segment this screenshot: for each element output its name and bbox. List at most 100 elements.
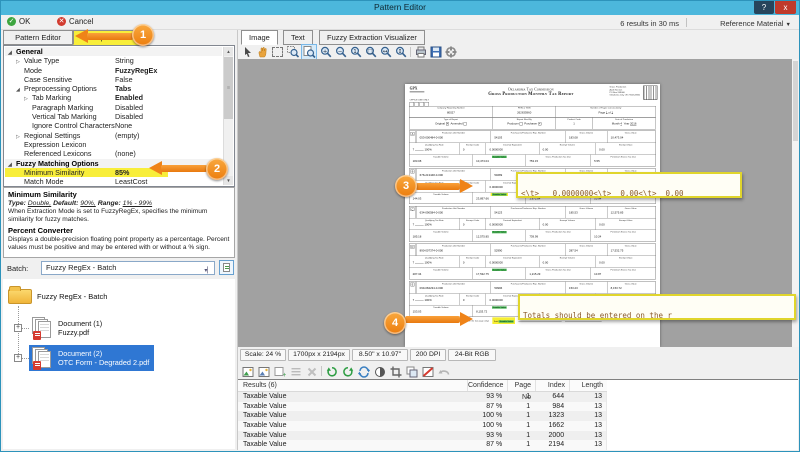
property-row[interactable]: Paragraph MarkingDisabled — [5, 103, 222, 112]
property-row[interactable]: ◢General — [5, 47, 222, 56]
zoom-select-icon[interactable] — [287, 46, 299, 58]
batch-tree-item[interactable]: +Document (1)Fuzzy.pdf — [3, 315, 235, 343]
main-panel: Image Text Fuzzy Extraction Visualizer +… — [237, 30, 798, 450]
form-cell: Decimal Equivalent0.0000000 — [486, 143, 539, 154]
form-cell: Exempt Value0.00 — [595, 143, 655, 154]
pointer-tool-icon[interactable] — [242, 46, 254, 58]
results-row[interactable]: Taxable Value87 %1219413 — [238, 440, 607, 450]
form-cell: Exempt Code0 — [459, 256, 486, 267]
scroll-up-icon[interactable]: ▲ — [224, 47, 233, 56]
callout-arrow-3 — [460, 179, 473, 193]
settings-gear-icon[interactable] — [445, 46, 457, 58]
tab-fuzzy-extraction-visualizer[interactable]: Fuzzy Extraction Visualizer — [319, 30, 425, 45]
property-row[interactable]: ▷Value TypeString — [5, 56, 222, 65]
reference-material-dropdown[interactable]: Reference Material ▼ — [720, 19, 791, 28]
property-row[interactable]: ▷Tab MarkingEnabled — [5, 93, 222, 102]
batch-tree-item[interactable]: +Document (2)OTC Form - Degraded 2.pdf — [3, 345, 235, 373]
zoom-in-icon[interactable]: + — [320, 46, 332, 58]
results-panel: Results (6) Confidence Page No Index Len… — [238, 379, 798, 450]
refresh-batch-button[interactable] — [219, 260, 234, 275]
callout-arrow-4 — [405, 316, 460, 323]
tab-text[interactable]: Text — [283, 30, 313, 45]
form-cell: Taxable Volume144.03 — [409, 192, 472, 203]
tab-image[interactable]: Image — [241, 30, 278, 45]
zoom-out-icon[interactable]: − — [335, 46, 347, 58]
help-body: When Extraction Mode is set to FuzzyRegE… — [8, 208, 230, 224]
image-toolbar: + − 1 □ ↔ ↕ — [238, 45, 798, 59]
image-add-icon[interactable]: + — [274, 365, 286, 377]
delete-icon[interactable] — [306, 365, 318, 377]
property-row[interactable]: Case SensitiveFalse — [5, 75, 222, 84]
zoom-fit-height-icon[interactable]: ↕ — [395, 46, 407, 58]
results-row[interactable]: Taxable Value100 %1166213 — [238, 421, 607, 431]
property-row[interactable]: ▷Regional Settings(empty) — [5, 131, 222, 140]
image-list-icon[interactable] — [290, 365, 302, 377]
image-display-icon[interactable] — [258, 365, 270, 377]
rotate-right-icon[interactable] — [342, 365, 354, 377]
dropdown-filter-icon[interactable]: ▾▏ — [204, 265, 212, 277]
tab-pattern-editor[interactable]: Pattern Editor — [3, 30, 73, 45]
batch-label: Batch: — [7, 264, 28, 273]
expand-icon[interactable]: + — [14, 324, 22, 332]
property-row[interactable]: Match ModeLeastCost — [5, 177, 222, 185]
results-row[interactable]: Taxable Value93 %164413 — [238, 392, 607, 402]
cancel-button[interactable]: ✕Cancel — [57, 17, 93, 26]
form-cell: Production Unit Number678-213448-0-000 — [416, 169, 491, 181]
window-close-button[interactable]: x — [775, 1, 796, 14]
column-page-no[interactable]: Page No — [507, 380, 535, 391]
svg-text:↔: ↔ — [383, 49, 388, 55]
property-row[interactable]: ModeFuzzyRegEx — [5, 66, 222, 75]
form-cell: Production Unit Number634-090584-0-000 — [416, 206, 491, 218]
refresh-icon[interactable] — [358, 365, 370, 377]
image-permanent-icon[interactable] — [242, 365, 254, 377]
results-row[interactable]: Taxable Value93 %1200013 — [238, 431, 607, 441]
form-cell: Gross Value8,153.72 — [607, 282, 654, 294]
column-index[interactable]: Index — [535, 380, 569, 391]
pan-hand-icon[interactable] — [257, 46, 269, 58]
callout-1: 1 — [132, 24, 154, 46]
zoom-fit-width-icon[interactable]: ↔ — [380, 46, 392, 58]
results-row[interactable]: Taxable Value100 %1132313 — [238, 411, 607, 421]
zoom-page-icon[interactable] — [302, 45, 316, 59]
save-icon[interactable] — [430, 46, 442, 58]
divider — [410, 47, 411, 57]
callout-3: 3 — [395, 175, 417, 197]
help-title: Minimum Similarity — [8, 190, 230, 199]
property-row[interactable]: Expression Lexicon — [5, 140, 222, 149]
zoom-actual-size-icon[interactable]: 1 — [350, 46, 362, 58]
svg-text:1: 1 — [353, 49, 357, 55]
form-cell: Qualifying Tax Rate7 100% — [409, 218, 459, 229]
window-help-button[interactable]: ? — [754, 1, 774, 14]
batch-root-node[interactable]: Fuzzy RegEx - Batch — [37, 292, 107, 301]
property-row[interactable]: Referenced Lexicons(none) — [5, 149, 222, 158]
rotate-left-icon[interactable] — [326, 365, 338, 377]
scroll-down-icon[interactable]: ▼ — [224, 176, 233, 185]
zoom-fit-icon[interactable]: □ — [365, 46, 377, 58]
column-confidence[interactable]: Confidence — [467, 380, 507, 391]
property-row[interactable]: Ignore Control CharactersNone — [5, 121, 222, 130]
document-icon — [32, 347, 53, 369]
contrast-icon[interactable] — [374, 365, 386, 377]
pattern-editor-window: Pattern Editor ? x ✓OK ✕Cancel 6 results… — [0, 0, 800, 452]
form-cell: Purchasers/Producers Rep. Number54103 — [491, 131, 566, 143]
pdf-icon — [33, 331, 41, 340]
form-cell: Exempt Volume0.00 — [539, 218, 596, 229]
ips-filter-icon[interactable] — [422, 365, 434, 377]
form-cell: Qualifying Tax Rate7 100% — [409, 294, 459, 305]
print-icon[interactable] — [415, 46, 427, 58]
property-row[interactable]: ◢Preprocessing OptionsTabs — [5, 84, 222, 93]
scrollbar-thumb[interactable] — [793, 61, 798, 141]
undo-icon[interactable] — [438, 365, 450, 377]
form-logo: GPX — [410, 87, 425, 93]
scrollbar-thumb[interactable]: ≡ — [224, 57, 233, 119]
copy-region-icon[interactable] — [406, 365, 418, 377]
callout-arrow-3 — [416, 183, 460, 190]
ok-button[interactable]: ✓OK — [7, 17, 30, 26]
expand-icon[interactable]: + — [14, 354, 22, 362]
select-region-icon[interactable] — [272, 47, 283, 57]
column-length[interactable]: Length — [569, 380, 607, 391]
results-row[interactable]: Taxable Value87 %198413 — [238, 402, 607, 412]
batch-selector[interactable]: Fuzzy RegEx - Batch ▾▏ — [41, 261, 215, 275]
property-row[interactable]: Vertical Tab MarkingDisabled — [5, 112, 222, 121]
crop-icon[interactable] — [390, 365, 402, 377]
